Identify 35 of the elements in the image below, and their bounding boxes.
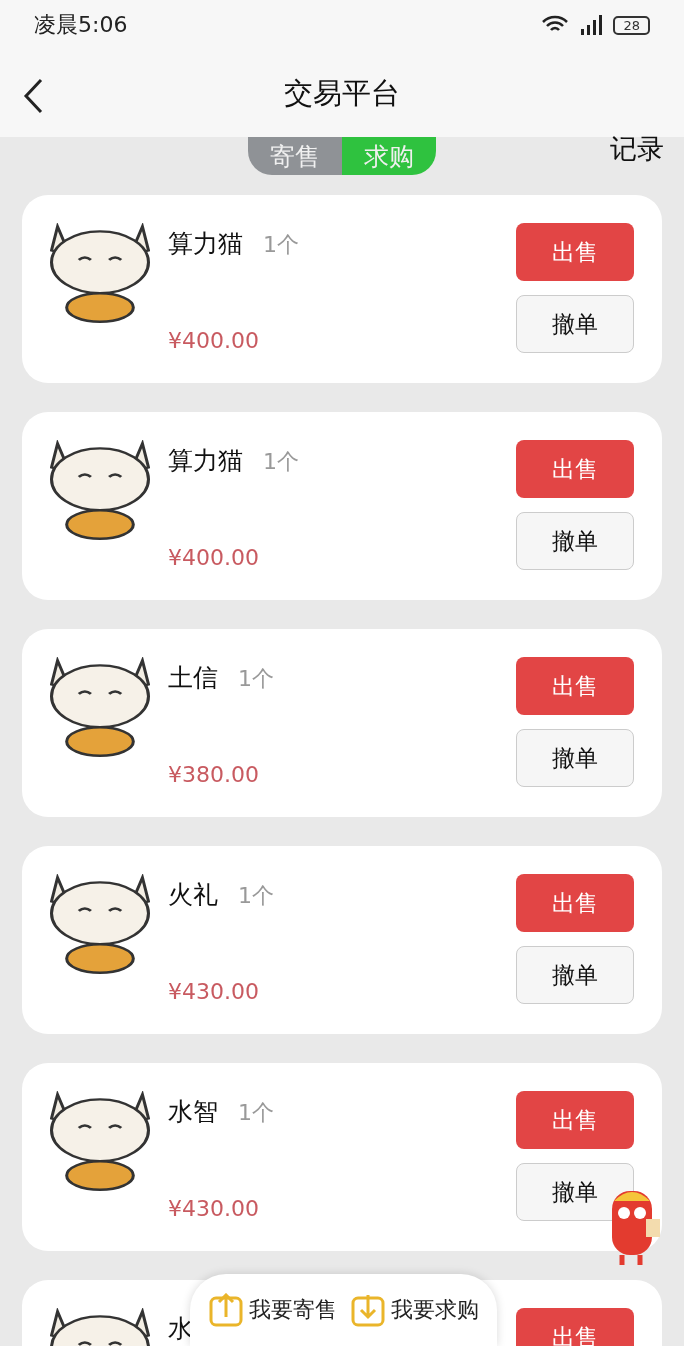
cancel-order-button[interactable]: 撤单 xyxy=(516,946,634,1004)
action-button[interactable]: 我要求购 xyxy=(350,1293,479,1327)
item-count: 1个 xyxy=(263,448,299,476)
item-count: 1个 xyxy=(238,665,274,693)
item-count: 1个 xyxy=(263,231,299,259)
item-count: 1个 xyxy=(238,1099,274,1127)
item-price: ¥430.00 xyxy=(168,1196,260,1223)
cancel-order-button[interactable]: 撤单 xyxy=(516,1163,634,1221)
page-title: 交易平台 xyxy=(284,74,400,112)
item-count: 1个 xyxy=(238,882,274,910)
battery-icon: 28 xyxy=(613,15,650,35)
records-link[interactable]: 记录 xyxy=(610,131,664,167)
item-name: 算力猫 xyxy=(168,228,243,260)
item-name: 水 xyxy=(168,1313,193,1345)
sell-button[interactable]: 出售 xyxy=(516,440,634,498)
sell-button[interactable]: 出售 xyxy=(516,223,634,281)
action-button[interactable]: 我要寄售 xyxy=(208,1293,337,1327)
cancel-order-button[interactable]: 撤单 xyxy=(516,295,634,353)
item-price: ¥430.00 xyxy=(168,979,260,1006)
sell-button[interactable]: 出售 xyxy=(516,1091,634,1149)
download-icon xyxy=(350,1293,385,1327)
signal-icon xyxy=(579,15,604,35)
item-name: 土信 xyxy=(168,662,218,694)
status-time: 凌晨5:06 xyxy=(34,11,128,39)
cancel-order-button[interactable]: 撤单 xyxy=(516,729,634,787)
item-price: ¥400.00 xyxy=(168,328,260,355)
item-price: ¥400.00 xyxy=(168,545,260,572)
upload-icon xyxy=(208,1293,243,1327)
sell-button[interactable]: 出售 xyxy=(516,657,634,715)
item-name: 火礼 xyxy=(168,879,218,911)
item-price: ¥380.00 xyxy=(168,762,260,789)
cancel-order-button[interactable]: 撤单 xyxy=(516,512,634,570)
item-name: 算力猫 xyxy=(168,445,243,477)
item-name: 水智 xyxy=(168,1096,218,1128)
sell-button[interactable]: 出售 xyxy=(516,874,634,932)
